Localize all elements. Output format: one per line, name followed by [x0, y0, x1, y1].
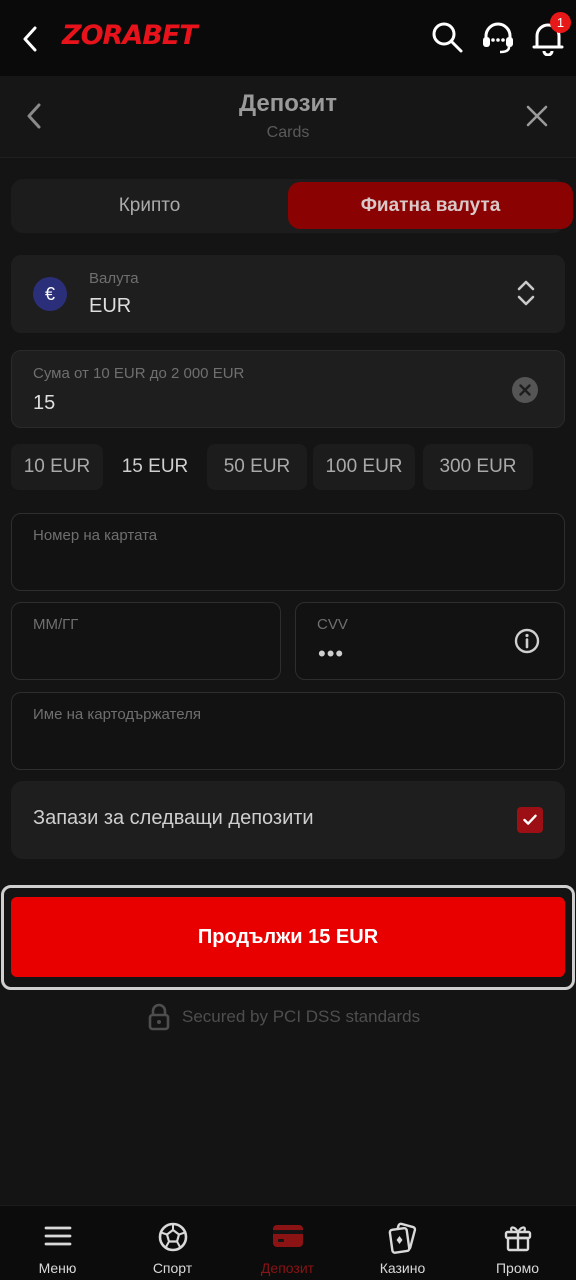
zorabet-logo[interactable]: ZORABET [62, 20, 198, 51]
bottom-nav: Меню Спорт Депозит Казино Промо [0, 1205, 576, 1280]
secured-note: Secured by PCI DSS standards [148, 1002, 420, 1032]
amount-field[interactable]: Сума от 10 EUR до 2 000 EUR 15 [11, 350, 565, 428]
currency-select[interactable]: € Валута EUR [11, 255, 565, 333]
back-button[interactable] [14, 22, 46, 56]
close-button[interactable] [522, 100, 552, 132]
menu-icon [44, 1226, 71, 1246]
search-button[interactable] [430, 20, 464, 59]
info-icon[interactable] [514, 628, 540, 659]
modal-subtitle: Cards [266, 124, 310, 141]
save-card-label: Запази за следващи депозити [33, 807, 314, 829]
amount-value: 15 [33, 392, 56, 414]
support-button[interactable] [480, 20, 516, 61]
search-icon [432, 22, 463, 53]
nav-casino[interactable]: Казино [345, 1206, 460, 1280]
top-bar: ZORABET 1 [0, 0, 576, 76]
card-number-field[interactable]: Номер на картата [11, 513, 565, 591]
chevron-left-icon [23, 26, 37, 52]
save-card-checkbox[interactable] [517, 807, 543, 833]
lock-icon [148, 1003, 170, 1031]
quick-amount-300[interactable]: 300 EUR [423, 444, 533, 490]
notifications-button[interactable]: 1 [531, 12, 571, 61]
modal-title: Депозит [238, 90, 337, 117]
nav-sport[interactable]: Спорт [115, 1206, 230, 1280]
continue-button[interactable]: Продължи 15 EUR [11, 897, 565, 977]
nav-menu-label: Меню [38, 1260, 77, 1276]
nav-menu[interactable]: Меню [0, 1206, 115, 1280]
currency-label: Валута [89, 270, 139, 287]
tab-fiat[interactable]: Фиатна валута [288, 182, 573, 229]
tab-crypto[interactable]: Крипто [11, 179, 288, 233]
cvv-value: ••• [318, 641, 345, 666]
nav-deposit[interactable]: Депозит [230, 1206, 345, 1280]
checkmark-icon [523, 814, 537, 825]
quick-amount-50[interactable]: 50 EUR [207, 444, 307, 490]
amount-label: Сума от 10 EUR до 2 000 EUR [33, 365, 245, 382]
cvv-field[interactable]: CVV ••• [295, 602, 565, 680]
expiry-field[interactable]: ММ/ГГ [11, 602, 281, 680]
quick-amount-15[interactable]: 15 EUR [109, 444, 201, 490]
secured-text: Secured by PCI DSS standards [182, 1007, 421, 1026]
save-card-row[interactable]: Запази за следващи депозити [11, 781, 565, 859]
quick-amount-100[interactable]: 100 EUR [313, 444, 415, 490]
headset-icon [483, 22, 513, 54]
gift-icon [504, 1226, 531, 1252]
cvv-label: CVV [317, 616, 348, 633]
clear-icon[interactable] [512, 377, 538, 403]
nav-promo-label: Промо [495, 1260, 540, 1276]
card-number-label: Номер на картата [33, 527, 158, 544]
nav-casino-label: Казино [379, 1260, 426, 1276]
cardholder-label: Име на картодържателя [33, 706, 201, 723]
cardholder-field[interactable]: Име на картодържателя [11, 692, 565, 770]
nav-promo[interactable]: Промо [460, 1206, 575, 1280]
cards-icon [388, 1222, 416, 1254]
nav-deposit-label: Депозит [260, 1260, 315, 1276]
quick-amount-10[interactable]: 10 EUR [11, 444, 103, 490]
notification-badge: 1 [550, 12, 571, 33]
payment-type-tabs: Крипто Фиатна валута [11, 179, 573, 233]
currency-value: EUR [89, 295, 132, 317]
euro-icon: € [33, 277, 67, 311]
nav-sport-label: Спорт [152, 1260, 193, 1276]
wallet-icon [272, 1225, 303, 1247]
expiry-label: ММ/ГГ [33, 616, 79, 633]
soccer-ball-icon [158, 1222, 187, 1252]
chevron-up-down-icon [515, 278, 537, 313]
close-icon [526, 105, 548, 127]
